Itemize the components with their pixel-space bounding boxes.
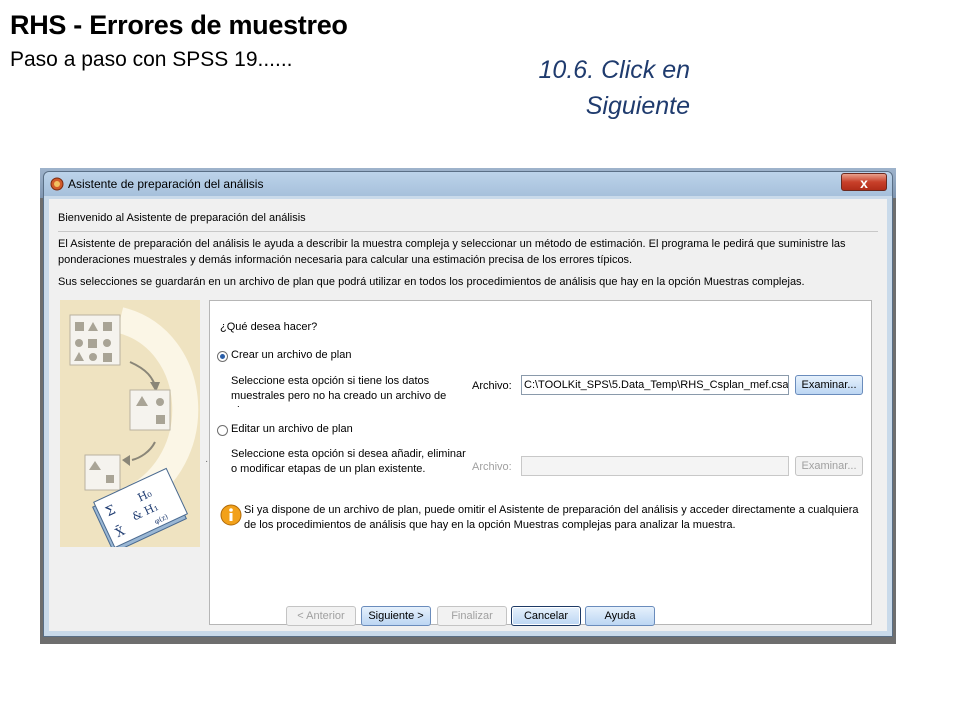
- create-plan-radio[interactable]: [217, 351, 228, 362]
- help-button[interactable]: Ayuda: [585, 606, 655, 626]
- intro-text: El Asistente de preparación del análisis…: [58, 238, 846, 266]
- options-panel: ¿Qué desea hacer? Crear un archivo de pl…: [209, 300, 872, 625]
- edit-browse-button[interactable]: Examinar...: [795, 456, 863, 476]
- edit-plan-description: Seleccione esta opción si desea añadir, …: [231, 448, 466, 475]
- callout-line-1: 10.6. Click en: [538, 56, 690, 84]
- edit-file-label: Archivo:: [472, 461, 512, 473]
- setup-wizard-dialog: Asistente de preparación del análisis x …: [43, 171, 893, 637]
- info-message: Si ya dispone de un archivo de plan, pue…: [244, 504, 859, 531]
- welcome-heading: Bienvenido al Asistente de preparación d…: [58, 212, 306, 224]
- info-icon: [220, 504, 242, 526]
- step-callout: 10.6. Click en Siguiente: [470, 52, 690, 124]
- wizard-app-icon: [50, 177, 64, 191]
- edit-file-input[interactable]: [521, 456, 789, 476]
- wizard-illustration: Σ H₀ & H₁ X̄ φ(z): [60, 300, 200, 547]
- create-plan-label[interactable]: Crear un archivo de plan: [231, 349, 351, 361]
- question-label: ¿Qué desea hacer?: [220, 321, 318, 333]
- dialog-client-area: Bienvenido al Asistente de preparación d…: [49, 199, 887, 631]
- divider: [58, 231, 878, 232]
- create-file-label: Archivo:: [472, 380, 512, 392]
- close-button[interactable]: x: [841, 173, 887, 191]
- finish-button[interactable]: Finalizar: [437, 606, 507, 626]
- plan-file-note: Sus selecciones se guardarán en un archi…: [58, 276, 805, 288]
- create-plan-description: Seleccione esta opción si tiene los dato…: [231, 375, 447, 407]
- next-button[interactable]: Siguiente >: [361, 606, 431, 626]
- dialog-title: Asistente de preparación del análisis: [68, 177, 264, 191]
- edit-plan-label[interactable]: Editar un archivo de plan: [231, 423, 353, 435]
- edit-plan-radio[interactable]: [217, 425, 228, 436]
- back-button[interactable]: < Anterior: [286, 606, 356, 626]
- create-browse-button[interactable]: Examinar...: [795, 375, 863, 395]
- slide-title: RHS - Errores de muestreo: [10, 10, 348, 40]
- cancel-button[interactable]: Cancelar: [511, 606, 581, 626]
- create-file-input[interactable]: C:\TOOLKit_SPS\5.Data_Temp\RHS_Csplan_me…: [521, 375, 789, 395]
- focus-dot: ·: [205, 456, 209, 467]
- callout-line-2: Siguiente: [585, 92, 690, 120]
- dialog-titlebar[interactable]: Asistente de preparación del análisis x: [44, 172, 892, 196]
- slide-subtitle: Paso a paso con SPSS 19......: [10, 48, 293, 71]
